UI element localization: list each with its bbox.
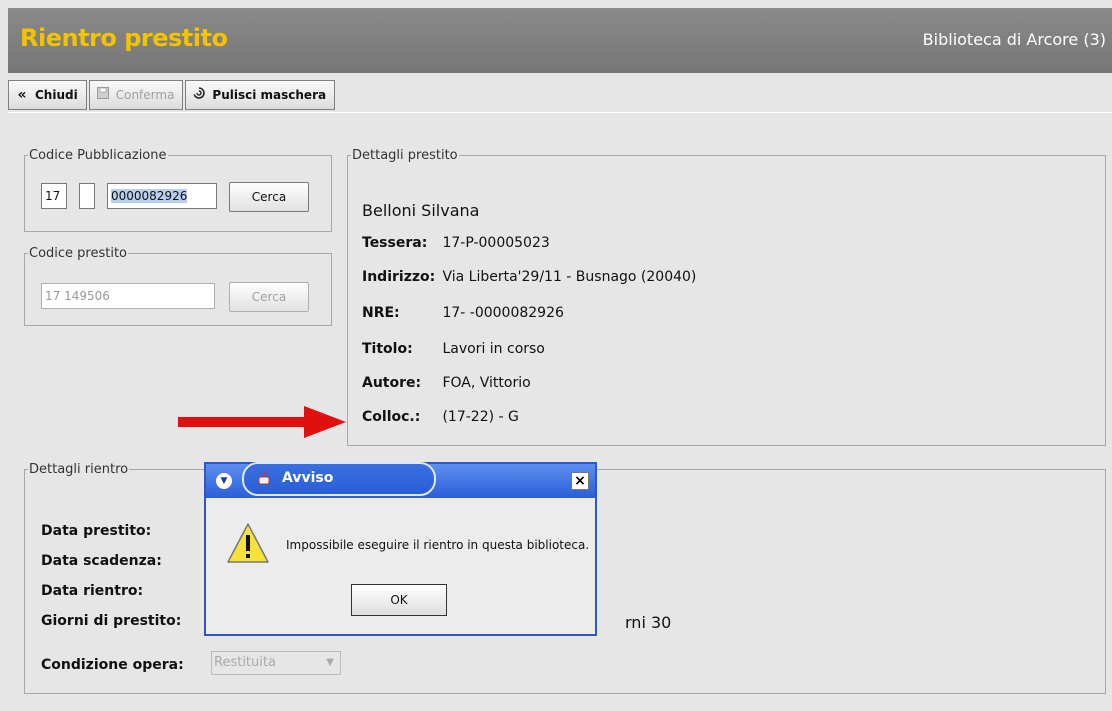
detail-row-colloc: Colloc.: (17-22) - G	[362, 409, 519, 425]
detail-row-nre: NRE: 17- -0000082926	[362, 305, 564, 321]
save-icon	[96, 87, 110, 103]
dialog-title: Avviso	[282, 470, 334, 486]
dettagli-prestito-group: Dettagli prestito Belloni Silvana Tesser…	[347, 148, 1106, 446]
library-name: Biblioteca di Arcore (3)	[922, 30, 1106, 49]
codice-prestito-legend: Codice prestito	[29, 246, 128, 261]
publication-code-field[interactable]: 0000082926	[107, 183, 217, 209]
detail-row-indirizzo: Indirizzo: Via Liberta'29/11 - Busnago (…	[362, 269, 696, 285]
detail-label: Titolo:	[362, 341, 413, 357]
toolbar: « Chiudi Conferma Pulisci maschera	[8, 80, 336, 112]
detail-row-autore: Autore: FOA, Vittorio	[362, 375, 531, 391]
codice-pubblicazione-legend: Codice Pubblicazione	[29, 148, 167, 163]
publication-code-value: 0000082926	[111, 189, 188, 203]
condizione-opera-label: Condizione opera:	[41, 657, 184, 673]
detail-label: NRE:	[362, 305, 400, 321]
detail-label: Autore:	[362, 375, 422, 391]
detail-label: Tessera:	[362, 235, 428, 251]
app-header: Rientro prestito Biblioteca di Arcore (3…	[8, 8, 1112, 73]
giorni-prestito-value: rni 30	[625, 613, 672, 632]
prefix-field[interactable]	[79, 183, 95, 209]
search-publication-button[interactable]: Cerca	[229, 182, 309, 212]
borrower-name: Belloni Silvana	[362, 201, 480, 220]
confirm-label: Conferma	[115, 88, 175, 102]
dettagli-rientro-legend: Dettagli rientro	[29, 462, 129, 477]
warning-dialog: ▼ Avviso × Impossibile eseguire il rient…	[204, 462, 597, 636]
confirm-button[interactable]: Conferma	[88, 80, 184, 110]
loan-code-field[interactable]: 17 149506	[41, 283, 215, 309]
detail-value: 17-P-00005023	[442, 235, 550, 251]
toolbar-divider	[8, 112, 1112, 113]
detail-value: FOA, Vittorio	[442, 375, 531, 391]
biblioteca-code-field[interactable]: 17	[41, 183, 67, 209]
menu-icon[interactable]: ▼	[216, 473, 232, 489]
detail-label: Colloc.:	[362, 409, 421, 425]
page-title: Rientro prestito	[20, 24, 228, 52]
dropdown-icon: ▼	[326, 657, 334, 668]
close-icon[interactable]: ×	[571, 472, 589, 490]
detail-row-titolo: Titolo: Lavori in corso	[362, 341, 545, 357]
detail-row-tessera: Tessera: 17-P-00005023	[362, 235, 550, 251]
red-arrow	[178, 406, 346, 438]
dialog-body: Impossibile eseguire il rientro in quest…	[206, 500, 595, 630]
data-prestito-label: Data prestito:	[41, 523, 152, 539]
warning-icon	[227, 523, 269, 563]
codice-pubblicazione-group: Codice Pubblicazione 17 0000082926 Cerca	[24, 148, 332, 232]
dialog-message: Impossibile eseguire il rientro in quest…	[286, 538, 590, 552]
java-icon	[258, 470, 270, 485]
data-rientro-label: Data rientro:	[41, 583, 144, 599]
codice-prestito-group: Codice prestito 17 149506 Cerca	[24, 246, 332, 326]
clear-icon	[192, 86, 206, 104]
dialog-titlebar[interactable]: ▼ Avviso ×	[206, 462, 595, 498]
close-label: Chiudi	[35, 88, 78, 102]
giorni-prestito-label: Giorni di prestito:	[41, 613, 182, 629]
back-icon: «	[17, 87, 27, 103]
ok-button[interactable]: OK	[351, 584, 447, 616]
clear-form-button[interactable]: Pulisci maschera	[185, 80, 336, 110]
condizione-opera-select[interactable]: Restituita ▼	[211, 651, 341, 675]
condizione-opera-value: Restituita	[214, 655, 276, 670]
detail-label: Indirizzo:	[362, 269, 436, 285]
detail-value: 17- -0000082926	[442, 305, 564, 321]
data-scadenza-label: Data scadenza:	[41, 553, 162, 569]
dettagli-prestito-legend: Dettagli prestito	[352, 148, 458, 163]
search-loan-button[interactable]: Cerca	[229, 282, 309, 312]
detail-value: Lavori in corso	[442, 341, 545, 357]
detail-value: Via Liberta'29/11 - Busnago (20040)	[442, 269, 697, 285]
detail-value: (17-22) - G	[442, 409, 519, 425]
close-button[interactable]: « Chiudi	[8, 80, 87, 110]
clear-label: Pulisci maschera	[212, 88, 327, 102]
